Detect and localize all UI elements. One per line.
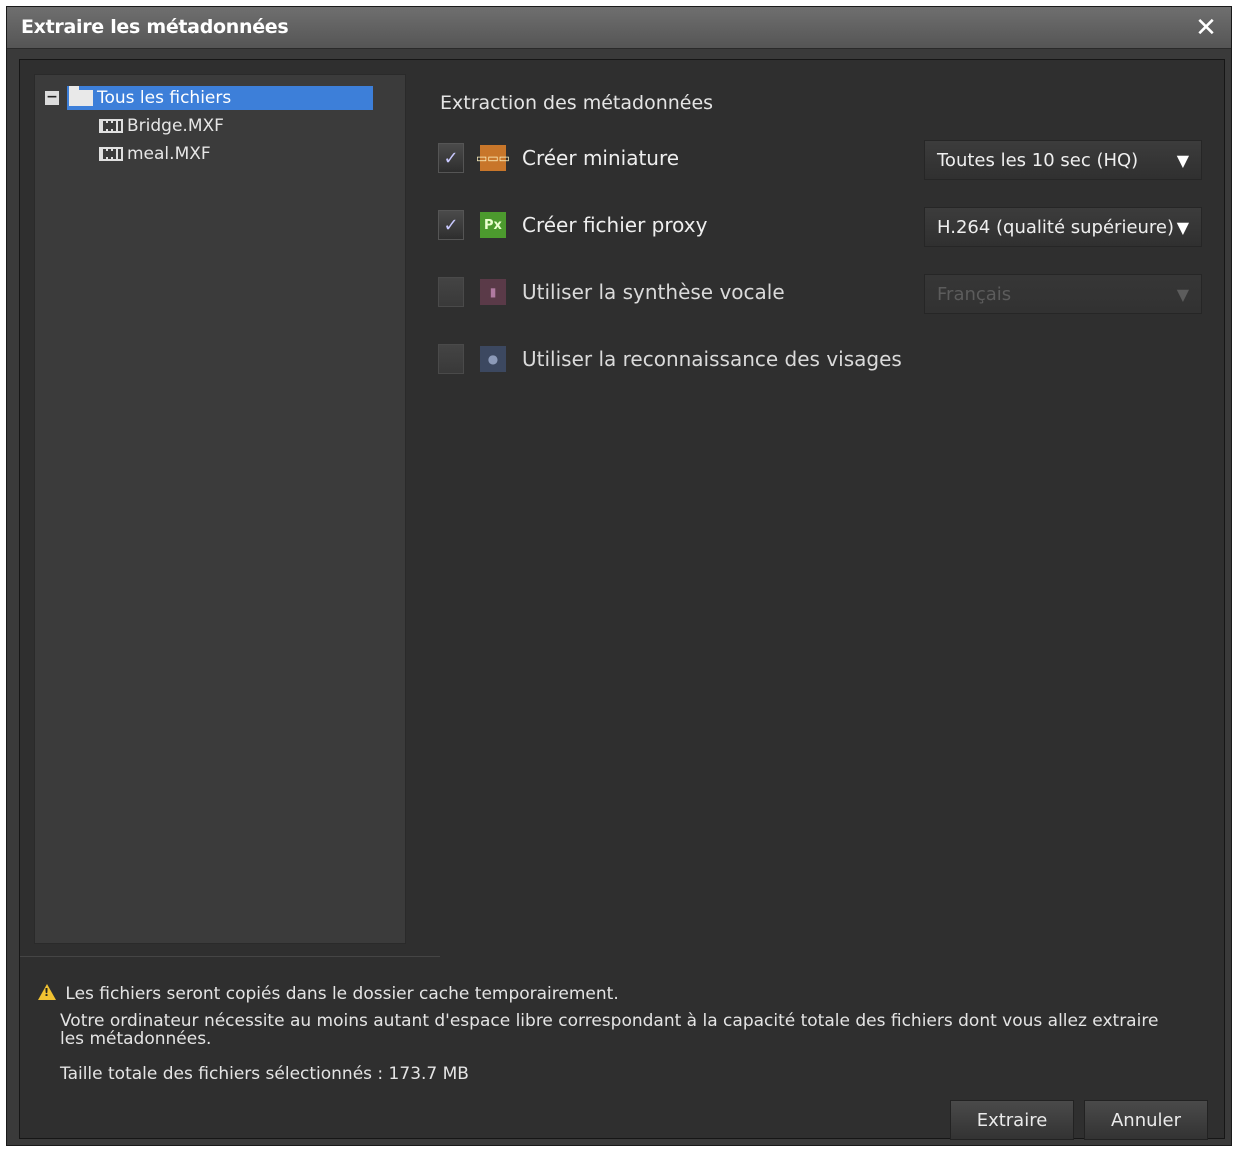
option-speech-synthesis: ▮ Utiliser la synthèse vocale [438, 272, 785, 312]
option-label: Utiliser la synthèse vocale [522, 280, 785, 304]
cancel-button[interactable]: Annuler [1084, 1100, 1208, 1140]
tree-item-label: Bridge.MXF [127, 116, 224, 136]
warning-text: Les fichiers seront copiés dans le dossi… [65, 984, 619, 1004]
chevron-down-icon: ▼ [1176, 284, 1189, 304]
thumbnail-interval-select[interactable]: Toutes les 10 sec (HQ) ▼ [924, 140, 1202, 180]
space-notice: Votre ordinateur nécessite au moins auta… [60, 1011, 1159, 1049]
create-thumbnail-checkbox[interactable]: ✓ [438, 143, 464, 173]
close-icon[interactable]: ✕ [1191, 13, 1221, 43]
tree-item-meal-mxf[interactable]: meal.MXF [99, 141, 211, 167]
film-clip-icon [99, 147, 123, 161]
select-value: H.264 (qualité supérieure) [937, 216, 1175, 238]
tree-item-label: Tous les fichiers [97, 88, 232, 108]
tree-item-bridge-mxf[interactable]: Bridge.MXF [99, 113, 224, 139]
option-create-thumbnail: ✓ ▭▭▭ Créer miniature [438, 138, 679, 178]
speech-language-select[interactable]: Français ▼ [924, 274, 1202, 314]
face-icon: ● [480, 346, 506, 372]
option-face-recognition: ● Utiliser la reconnaissance des visages [438, 339, 902, 379]
option-label: Utiliser la reconnaissance des visages [522, 347, 902, 371]
check-icon: ✓ [443, 147, 459, 169]
chevron-down-icon: ▼ [1176, 150, 1189, 170]
tree-root-row[interactable]: − Tous les fichiers [45, 85, 373, 111]
extract-metadata-dialog: Extraire les métadonnées ✕ − Tous les fi… [6, 6, 1232, 1146]
total-size-text: Taille totale des fichiers sélectionnés … [60, 1064, 469, 1084]
option-create-proxy: ✓ Px Créer fichier proxy [438, 205, 707, 245]
select-value: Toutes les 10 sec (HQ) [937, 149, 1139, 171]
option-label: Créer fichier proxy [522, 213, 708, 237]
option-label: Créer miniature [522, 146, 680, 170]
face-recognition-checkbox[interactable] [438, 344, 464, 374]
create-proxy-checkbox[interactable]: ✓ [438, 210, 464, 240]
tree-item-all-files[interactable]: Tous les fichiers [67, 86, 373, 110]
title-bar: Extraire les métadonnées ✕ [7, 7, 1231, 49]
proxy-icon: Px [480, 212, 506, 238]
chevron-down-icon: ▼ [1176, 217, 1189, 237]
dialog-body: − Tous les fichiers Bridge.MXF meal.MXF … [19, 59, 1225, 1140]
dialog-title: Extraire les métadonnées [21, 16, 289, 38]
proxy-format-select[interactable]: H.264 (qualité supérieure) ▼ [924, 207, 1202, 247]
speech-icon: ▮ [480, 279, 506, 305]
warning-icon [38, 984, 56, 1000]
speech-synthesis-checkbox[interactable] [438, 277, 464, 307]
check-icon: ✓ [443, 214, 459, 236]
warning-notice: Les fichiers seront copiés dans le dossi… [38, 984, 619, 1004]
thumbnail-icon: ▭▭▭ [476, 145, 510, 171]
extract-button[interactable]: Extraire [950, 1100, 1074, 1140]
divider [20, 956, 440, 957]
collapse-toggle-icon[interactable]: − [45, 90, 59, 105]
tree-item-label: meal.MXF [127, 144, 211, 164]
film-clip-icon [99, 119, 123, 133]
file-tree-panel: − Tous les fichiers Bridge.MXF meal.MXF [34, 74, 406, 944]
section-title: Extraction des métadonnées [440, 92, 714, 114]
folder-icon [69, 86, 93, 106]
select-value: Français [937, 283, 1012, 305]
